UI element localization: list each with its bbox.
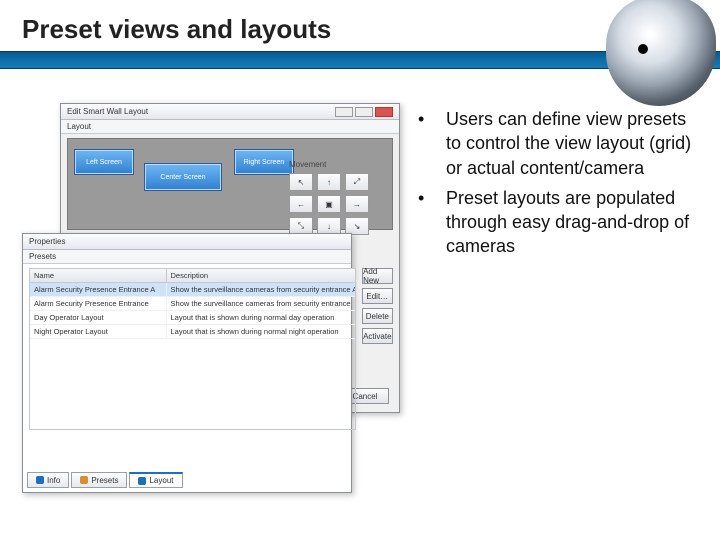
cell-name: Night Operator Layout	[30, 325, 167, 338]
tab-layout[interactable]: Layout	[129, 472, 182, 488]
screen-right[interactable]: Right Screen	[234, 149, 294, 175]
tab-info[interactable]: Info	[27, 472, 69, 488]
table-row[interactable]: Day Operator Layout Layout that is shown…	[30, 311, 355, 325]
bullet-list: • Users can define view presets to contr…	[418, 103, 698, 473]
move-up-button[interactable]: ↑	[317, 173, 341, 191]
layout-icon	[138, 477, 146, 485]
delete-button[interactable]: Delete	[362, 308, 392, 324]
cell-name: Alarm Security Presence Entrance A	[30, 283, 167, 296]
move-up-left-button[interactable]: ↖	[289, 173, 313, 191]
cell-desc: Layout that is shown during normal night…	[167, 325, 356, 338]
tab-presets-label: Presets	[91, 476, 118, 485]
tab-presets[interactable]: Presets	[71, 472, 127, 488]
cell-name: Alarm Security Presence Entrance	[30, 297, 167, 310]
slide-title: Preset views and layouts	[22, 14, 698, 45]
move-up-right-button[interactable]: ⤢	[345, 173, 369, 191]
properties-title: Properties	[29, 234, 65, 250]
presets-icon	[80, 476, 88, 484]
bullet-dot-icon: •	[418, 186, 428, 259]
activate-button[interactable]: Activate	[362, 328, 392, 344]
properties-dialog: Properties Presets Name Description Alar…	[22, 233, 352, 493]
move-center-button[interactable]: ▣	[317, 195, 341, 213]
cell-name: Day Operator Layout	[30, 311, 167, 324]
tab-layout-label: Layout	[149, 476, 173, 485]
maximize-icon[interactable]	[355, 107, 373, 117]
cell-desc: Layout that is shown during normal day o…	[167, 311, 356, 324]
layout-section-label: Layout	[61, 120, 399, 134]
table-row[interactable]: Alarm Security Presence Entrance A Show …	[30, 283, 355, 297]
title-accent-bar	[0, 51, 720, 69]
bullet-text: Preset layouts are populated through eas…	[446, 186, 698, 259]
col-name[interactable]: Name	[30, 269, 167, 282]
dialog-title: Edit Smart Wall Layout	[67, 104, 148, 120]
movement-panel: Movement ↖ ↑ ⤢ ← ▣ → ⤡ ↓ ↘	[289, 160, 389, 235]
bullet-text: Users can define view presets to control…	[446, 107, 698, 180]
screen-center[interactable]: Center Screen	[144, 163, 222, 191]
screenshot-stack: Edit Smart Wall Layout Layout Left Scree…	[22, 103, 402, 473]
cell-desc: Show the surveillance cameras from secur…	[167, 297, 356, 310]
edit-button[interactable]: Edit…	[362, 288, 392, 304]
tab-info-label: Info	[47, 476, 60, 485]
minimize-icon[interactable]	[335, 107, 353, 117]
movement-label: Movement	[289, 160, 389, 169]
close-icon[interactable]	[375, 107, 393, 117]
cell-desc: Show the surveillance cameras from secur…	[167, 283, 356, 296]
move-left-button[interactable]: ←	[289, 195, 313, 213]
bullet-dot-icon: •	[418, 107, 428, 180]
col-description[interactable]: Description	[167, 269, 356, 282]
move-right-button[interactable]: →	[345, 195, 369, 213]
screen-left[interactable]: Left Screen	[74, 149, 134, 175]
info-icon	[36, 476, 44, 484]
table-row[interactable]: Night Operator Layout Layout that is sho…	[30, 325, 355, 339]
presets-section-label: Presets	[23, 250, 351, 264]
table-row[interactable]: Alarm Security Presence Entrance Show th…	[30, 297, 355, 311]
add-new-button[interactable]: Add New	[362, 268, 392, 284]
presets-table[interactable]: Name Description Alarm Security Presence…	[29, 268, 356, 430]
